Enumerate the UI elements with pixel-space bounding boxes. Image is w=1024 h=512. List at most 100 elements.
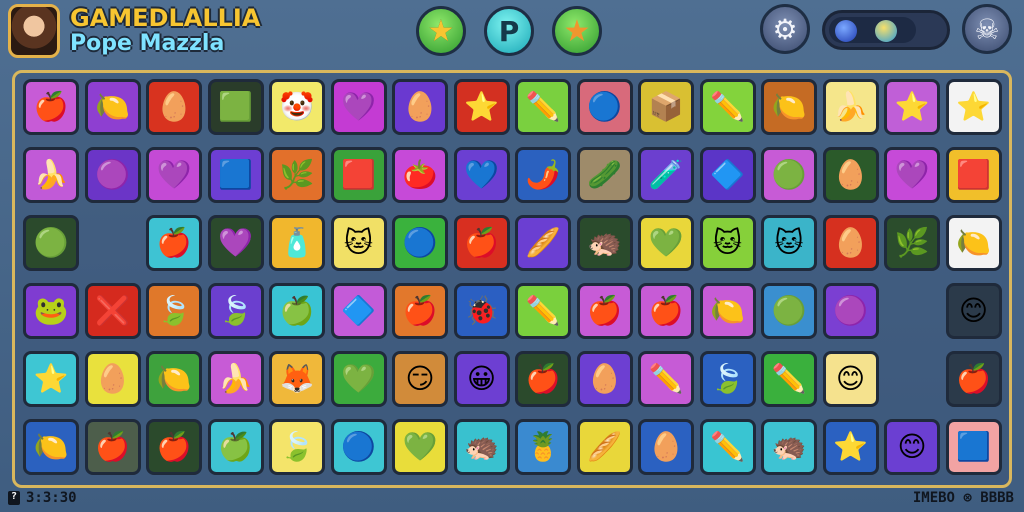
game-tile[interactable]: 🦔	[453, 419, 510, 475]
game-tile[interactable]: 🍋	[23, 419, 79, 475]
game-tile[interactable]: 🦔	[576, 215, 633, 271]
game-tile[interactable]: 🍋	[84, 79, 141, 135]
game-tile[interactable]: 🟥	[945, 147, 1002, 203]
game-tile[interactable]: 🟢	[761, 147, 817, 203]
game-tile[interactable]: ✏️	[699, 79, 756, 135]
game-tile[interactable]: 🍌	[822, 79, 879, 135]
game-tile[interactable]: 🍌	[207, 351, 264, 407]
game-tile[interactable]: ⭐	[945, 79, 1002, 135]
tile-icon: 🍋	[771, 90, 807, 123]
game-tile[interactable]: 🥚	[822, 215, 879, 271]
game-tile[interactable]: 🟢	[761, 283, 817, 339]
help-button[interactable]: P	[484, 6, 534, 56]
game-tile[interactable]: 😊	[822, 351, 879, 407]
game-tile[interactable]: 🟥	[330, 147, 387, 203]
game-tile[interactable]: 🟣	[822, 283, 879, 339]
game-tile[interactable]: 🧪	[638, 147, 694, 203]
game-tile[interactable]: 📦	[638, 79, 694, 135]
game-tile[interactable]: 💙	[453, 147, 510, 203]
game-tile[interactable]: 🥚	[638, 419, 694, 475]
game-tile[interactable]: 🍎	[638, 283, 694, 339]
game-tile[interactable]: ❌	[84, 283, 141, 339]
game-tile[interactable]: 🐱	[761, 215, 817, 271]
game-tile[interactable]: 😊	[884, 419, 940, 475]
game-tile[interactable]: 🤡	[269, 79, 325, 135]
game-tile[interactable]: 🐱	[330, 215, 387, 271]
game-tile[interactable]: 🍃	[699, 351, 756, 407]
game-tile[interactable]: 💜	[207, 215, 264, 271]
game-tile[interactable]: 🍋	[945, 215, 1002, 271]
game-tile[interactable]: 🍋	[699, 283, 756, 339]
game-tile[interactable]: 🥚	[576, 351, 633, 407]
game-tile[interactable]: 🥚	[84, 351, 141, 407]
game-tile[interactable]: 🍎	[515, 351, 571, 407]
game-tile[interactable]: 🍎	[392, 283, 448, 339]
game-tile[interactable]: 💚	[330, 351, 387, 407]
game-tile[interactable]: 🥖	[576, 419, 633, 475]
game-tile[interactable]: 🔵	[576, 79, 633, 135]
game-tile[interactable]: 🟩	[207, 79, 264, 135]
game-tile[interactable]: ✏️	[638, 351, 694, 407]
game-tile[interactable]: 🟦	[207, 147, 264, 203]
game-tile[interactable]: 💜	[330, 79, 387, 135]
game-tile[interactable]: 🌶️	[515, 147, 571, 203]
game-tile[interactable]: 💜	[146, 147, 202, 203]
game-tile[interactable]: 🥖	[515, 215, 571, 271]
game-tile[interactable]: 🍍	[515, 419, 571, 475]
game-tile[interactable]: 🥒	[576, 147, 633, 203]
game-tile[interactable]: 🍎	[146, 215, 202, 271]
game-tile[interactable]: 🌿	[269, 147, 325, 203]
game-tile[interactable]: 🍎	[84, 419, 141, 475]
game-tile[interactable]: 🍋	[146, 351, 202, 407]
game-tile[interactable]: 🍎	[576, 283, 633, 339]
game-tile[interactable]: 😏	[392, 351, 448, 407]
game-tile[interactable]: 🍎	[23, 79, 79, 135]
game-tile[interactable]: 🔵	[392, 215, 448, 271]
game-tile[interactable]: ⭐	[23, 351, 79, 407]
game-tile[interactable]: ✏️	[515, 79, 571, 135]
game-tile[interactable]: ⭐	[822, 419, 879, 475]
game-tile[interactable]: ✏️	[699, 419, 756, 475]
player-avatar[interactable]	[8, 4, 60, 58]
game-tile[interactable]: 🟦	[945, 419, 1002, 475]
game-tile[interactable]: 🥚	[822, 147, 879, 203]
game-tile[interactable]: 💜	[884, 147, 940, 203]
game-tile[interactable]: 🟢	[23, 215, 79, 271]
game-tile[interactable]: 🍏	[269, 283, 325, 339]
game-tile[interactable]: 🍃	[269, 419, 325, 475]
game-tile[interactable]: 🐱	[699, 215, 756, 271]
game-tile[interactable]: 🦔	[761, 419, 817, 475]
game-tile[interactable]: 🍎	[945, 351, 1002, 407]
game-tile[interactable]: 🥚	[392, 79, 448, 135]
skull-button[interactable]: ☠	[962, 4, 1012, 54]
game-tile[interactable]: ✏️	[515, 283, 571, 339]
game-tile[interactable]: 🌿	[884, 215, 940, 271]
game-tile[interactable]: 🍃	[207, 283, 264, 339]
game-tile[interactable]: ✏️	[761, 351, 817, 407]
star-button-right[interactable]: ★	[552, 6, 602, 56]
game-tile[interactable]: 🍎	[146, 419, 202, 475]
game-tile[interactable]: 💚	[638, 215, 694, 271]
game-tile[interactable]: 💚	[392, 419, 448, 475]
game-tile[interactable]: 🍎	[453, 215, 510, 271]
game-tile[interactable]: 🍋	[761, 79, 817, 135]
game-tile[interactable]: 😊	[945, 283, 1002, 339]
game-tile[interactable]: ⭐	[453, 79, 510, 135]
game-tile[interactable]: ⭐	[884, 79, 940, 135]
game-tile[interactable]: 🦊	[269, 351, 325, 407]
game-tile[interactable]: 🥚	[146, 79, 202, 135]
game-tile[interactable]: 🟣	[84, 147, 141, 203]
game-tile[interactable]: 🐸	[23, 283, 79, 339]
game-tile[interactable]: 🍅	[392, 147, 448, 203]
game-tile[interactable]: 🔵	[330, 419, 387, 475]
star-button-left[interactable]: ★	[416, 6, 466, 56]
game-tile[interactable]: 🔷	[330, 283, 387, 339]
game-tile[interactable]: 🍃	[146, 283, 202, 339]
game-tile[interactable]: 🍌	[23, 147, 79, 203]
settings-button[interactable]: ⚙	[760, 4, 810, 54]
game-tile[interactable]: 🧴	[269, 215, 325, 271]
game-tile[interactable]: 🐞	[453, 283, 510, 339]
game-tile[interactable]: 🔷	[699, 147, 756, 203]
game-tile[interactable]: 🍏	[207, 419, 264, 475]
game-tile[interactable]: 😀	[453, 351, 510, 407]
